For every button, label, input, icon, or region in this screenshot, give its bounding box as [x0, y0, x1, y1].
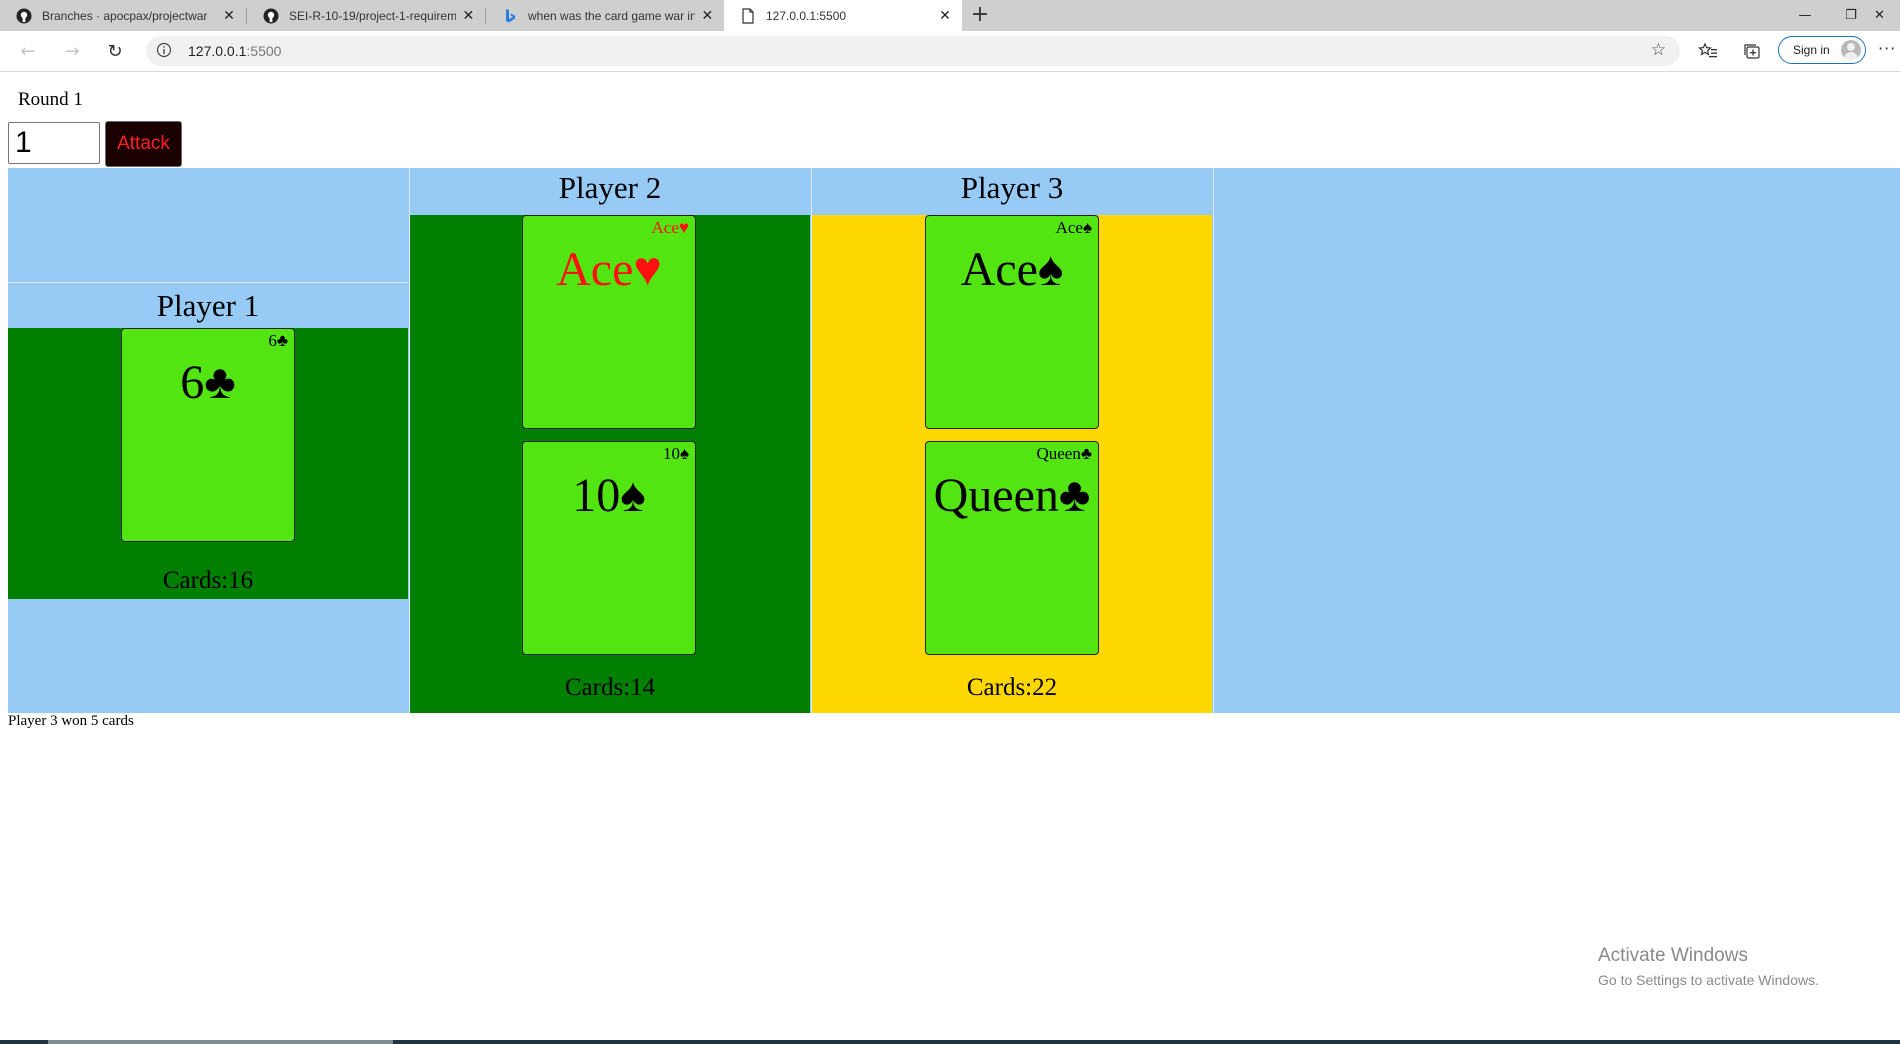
tab-branches[interactable]: Branches · apocpax/projectwar ✕ [0, 0, 246, 31]
close-icon[interactable]: ✕ [701, 7, 714, 24]
taskbar [0, 1040, 1900, 1044]
card-corner: Queen♣ [1036, 444, 1092, 464]
back-icon[interactable]: ← [14, 38, 42, 64]
card-corner: Ace♠ [1056, 218, 1092, 238]
favorite-star-icon[interactable]: ☆ [1651, 40, 1666, 60]
heart-suit-icon: ♥ [633, 243, 662, 296]
activation-watermark-title: Activate Windows [1598, 945, 1748, 966]
tab-title: 127.0.0.1:5500 [766, 8, 847, 23]
card-rank: 6 [180, 356, 205, 409]
card-corner: 10♠ [663, 444, 689, 464]
spade-suit-icon: ♠ [620, 469, 646, 522]
card-face: Queen♣ [926, 467, 1098, 525]
url-port: :5500 [246, 43, 282, 59]
card-rank: 10 [662, 444, 680, 463]
card-suit: ♣ [276, 331, 288, 350]
playing-card[interactable]: Queen♣ Queen♣ [925, 441, 1099, 655]
card-suit: ♠ [679, 444, 689, 463]
info-icon[interactable] [156, 42, 172, 58]
card-suit: ♣ [1080, 444, 1092, 463]
card-count: Cards:22 [966, 674, 1058, 701]
favorites-icon[interactable] [1697, 40, 1719, 62]
bing-icon [502, 8, 518, 24]
tab-title: SEI-R-10-19/project-1-requireme [289, 8, 456, 23]
round-result: Player 3 won 5 cards [8, 713, 134, 729]
player-1-area: Player 1 6♣ 6♣ Cards:16 [8, 168, 408, 713]
player-hand: Ace♥ Ace♥ 10♠ 10♠ Cards:14 [410, 215, 810, 713]
card-suit: ♠ [1082, 218, 1092, 237]
card-count: Cards:16 [162, 567, 254, 594]
club-suit-icon: ♣ [1058, 469, 1091, 522]
player-name: Player 2 [558, 170, 662, 205]
github-icon [16, 8, 32, 24]
sign-in-label: Sign in [1793, 43, 1830, 57]
player-hand: 6♣ 6♣ Cards:16 [8, 328, 408, 599]
spade-suit-icon: ♠ [1037, 243, 1064, 296]
refresh-icon[interactable]: ↻ [101, 38, 129, 64]
playing-card[interactable]: 6♣ 6♣ [121, 328, 295, 542]
round-label: Round 1 [18, 89, 83, 110]
card-rank: Ace [651, 218, 679, 237]
card-rank: Ace [960, 243, 1038, 296]
activation-watermark-subtitle: Go to Settings to activate Windows. [1598, 972, 1819, 988]
collections-icon[interactable] [1741, 40, 1763, 62]
card-face: 6♣ [122, 354, 294, 412]
sign-in-button[interactable]: Sign in [1778, 36, 1866, 64]
minimize-icon[interactable]: — [1782, 0, 1828, 31]
tab-title: Branches · apocpax/projectwar [42, 8, 208, 23]
player-name: Player 3 [960, 170, 1064, 205]
close-icon[interactable]: ✕ [222, 7, 236, 24]
playing-card[interactable]: Ace♠ Ace♠ [925, 215, 1099, 429]
new-tab-button[interactable]: + [968, 3, 992, 27]
club-suit-icon: ♣ [204, 356, 236, 409]
close-window-icon[interactable]: ✕ [1874, 0, 1900, 31]
player-hand: Ace♠ Ace♠ Queen♣ Queen♣ Cards:22 [812, 215, 1212, 713]
tab-title: when was the card game war inv [528, 8, 695, 23]
url-field[interactable]: 127.0.0.1:5500 ☆ [146, 36, 1680, 66]
url-text: 127.0.0.1:5500 [188, 43, 281, 59]
avatar-icon [1841, 40, 1861, 60]
player-2-area: Player 2 Ace♥ Ace♥ 10♠ 10♠ Cards:14 [410, 168, 810, 713]
card-rank: Queen [933, 469, 1059, 522]
close-icon[interactable]: ✕ [938, 7, 952, 24]
tab-bing-search[interactable]: when was the card game war inv ✕ [486, 0, 724, 31]
card-count: Cards:14 [564, 674, 656, 701]
close-icon[interactable]: ✕ [462, 7, 475, 24]
player-3-area: Player 3 Ace♠ Ace♠ Queen♣ Queen♣ Cards:2… [812, 168, 1212, 713]
card-rank: Ace [1055, 218, 1083, 237]
card-rank: Queen [1036, 444, 1081, 463]
tab-localhost[interactable]: 127.0.0.1:5500 ✕ [724, 0, 962, 31]
game-board: Player 1 6♣ 6♣ Cards:16 Player 2 Ace♥ Ac… [8, 168, 1900, 713]
playing-card[interactable]: Ace♥ Ace♥ [522, 215, 696, 429]
page-icon [740, 7, 756, 24]
address-bar: ← → ↻ 127.0.0.1:5500 ☆ Sign in ··· [0, 31, 1900, 72]
card-face: Ace♠ [926, 241, 1098, 299]
github-icon [263, 8, 279, 24]
card-suit: ♥ [678, 218, 689, 237]
attack-button[interactable]: Attack [105, 121, 182, 167]
playing-card[interactable]: 10♠ 10♠ [522, 441, 696, 655]
card-face: Ace♥ [523, 241, 695, 299]
forward-icon[interactable]: → [58, 38, 86, 64]
attack-input[interactable] [8, 122, 100, 164]
card-rank: 6 [268, 331, 277, 350]
card-corner: Ace♥ [652, 218, 689, 238]
restore-icon[interactable]: ❐ [1828, 0, 1874, 31]
card-corner: 6♣ [268, 331, 288, 351]
url-host: 127.0.0.1 [188, 43, 247, 59]
more-icon[interactable]: ··· [1878, 39, 1896, 58]
card-rank: Ace [556, 243, 634, 296]
card-rank: 10 [572, 469, 621, 522]
tab-strip: Branches · apocpax/projectwar ✕ SEI-R-10… [0, 0, 1900, 31]
player-name: Player 1 [8, 282, 408, 329]
card-face: 10♠ [523, 467, 695, 525]
tab-project-requirements[interactable]: SEI-R-10-19/project-1-requireme ✕ [247, 0, 485, 31]
